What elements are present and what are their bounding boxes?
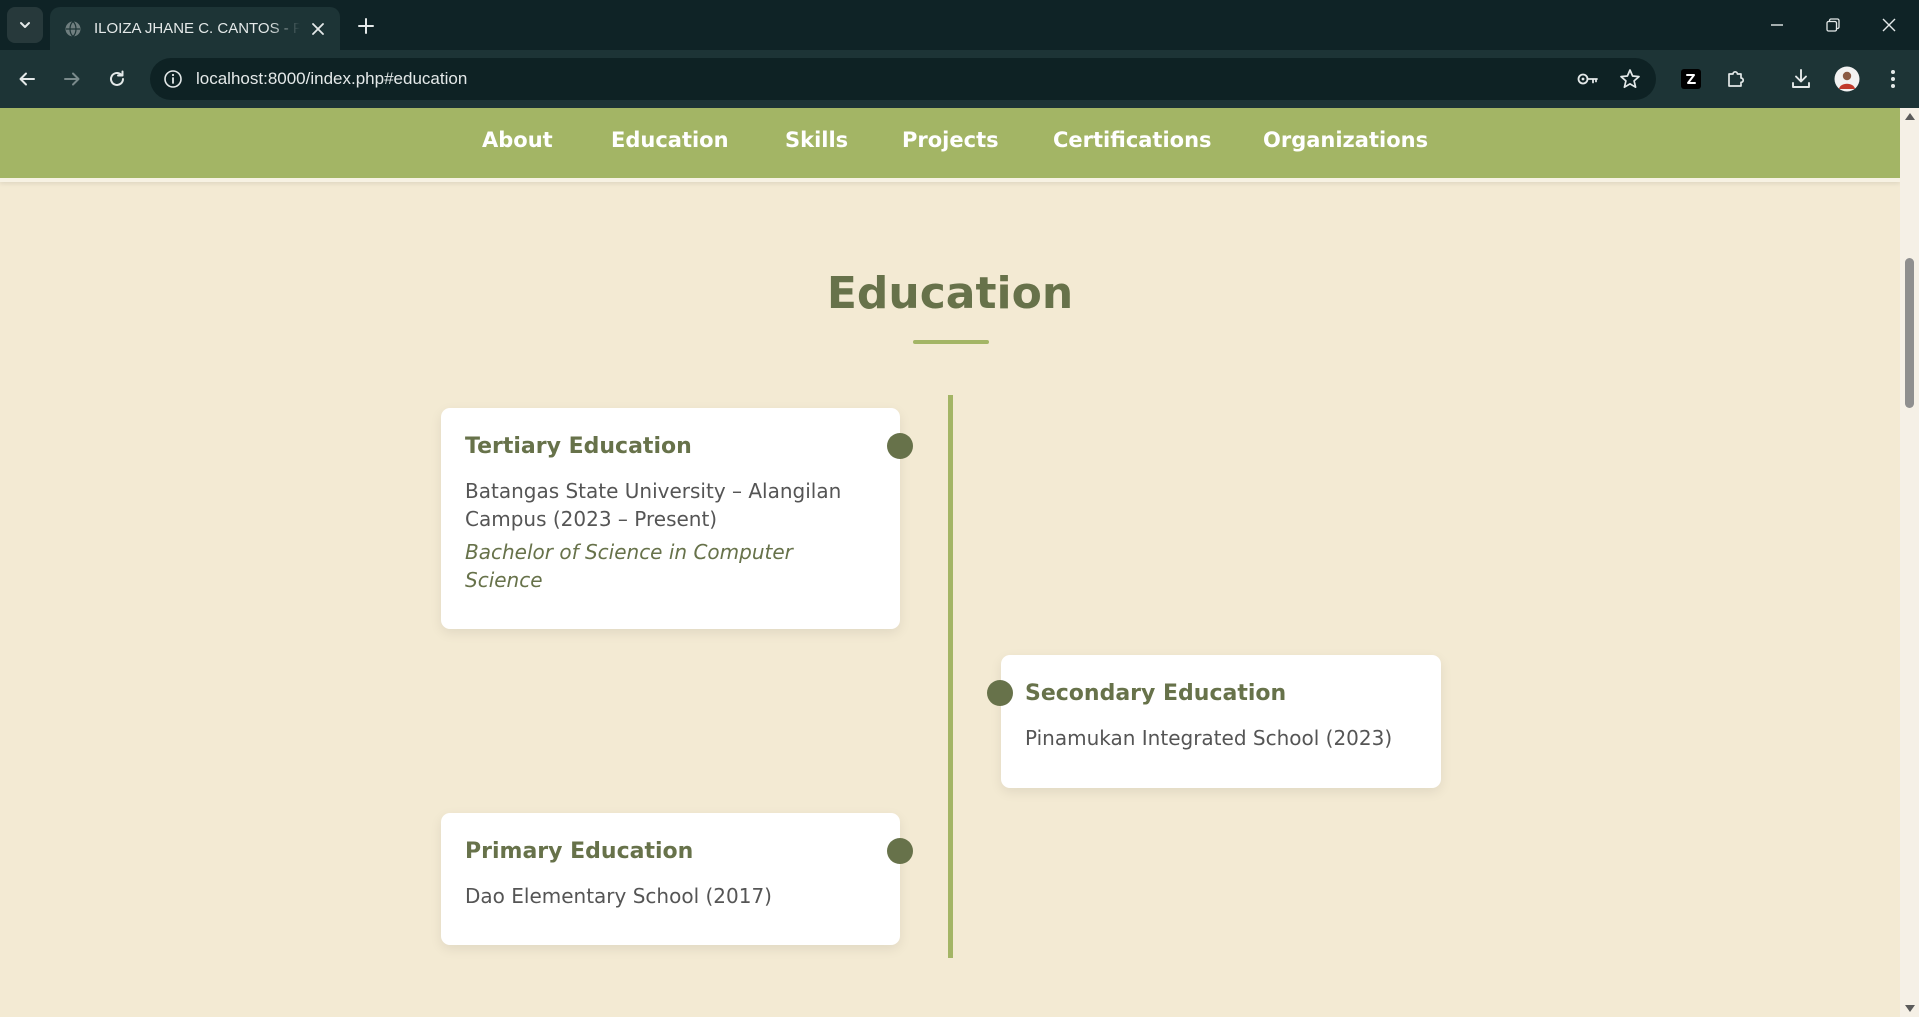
- page-scrollbar[interactable]: [1900, 108, 1919, 1017]
- card-heading: Tertiary Education: [465, 434, 692, 459]
- site-info-icon[interactable]: [160, 66, 186, 92]
- scroll-up-arrow[interactable]: [1905, 113, 1915, 120]
- timeline-dot: [887, 433, 913, 459]
- education-card-tertiary: Tertiary Education Batangas State Univer…: [441, 408, 900, 629]
- scrollbar-thumb[interactable]: [1905, 258, 1914, 408]
- globe-icon: [65, 20, 81, 37]
- url-text: localhost:8000/index.php#education: [196, 69, 468, 88]
- nav-about[interactable]: About: [482, 128, 553, 152]
- card-degree: Bachelor of Science in Computer Science: [465, 540, 793, 592]
- title-underline: [913, 340, 989, 344]
- timeline-dot: [987, 680, 1013, 706]
- close-window-button[interactable]: [1861, 0, 1917, 50]
- close-icon: [1882, 18, 1896, 32]
- restore-button[interactable]: [1805, 0, 1861, 50]
- plus-icon: [358, 18, 374, 34]
- password-key-icon[interactable]: [1574, 65, 1602, 93]
- download-icon[interactable]: [1784, 62, 1818, 96]
- new-tab-button[interactable]: [352, 12, 380, 40]
- nav-projects[interactable]: Projects: [902, 128, 999, 152]
- nav-organizations[interactable]: Organizations: [1263, 128, 1428, 152]
- browser-tab-active[interactable]: ILOIZA JHANE C. CANTOS - Portfolio: [50, 7, 340, 50]
- nav-education[interactable]: Education: [611, 128, 729, 152]
- card-heading: Secondary Education: [1025, 681, 1287, 706]
- education-card-primary: Primary Education Dao Elementary School …: [441, 813, 900, 945]
- restore-icon: [1826, 18, 1840, 32]
- back-button[interactable]: [10, 62, 44, 96]
- arrow-right-icon: [64, 72, 80, 86]
- close-tab-icon[interactable]: [308, 19, 328, 39]
- forward-button[interactable]: [55, 62, 89, 96]
- site-navbar: About Education Skills Projects Certific…: [0, 108, 1900, 182]
- tab-title: ILOIZA JHANE C. CANTOS - Portfolio: [94, 20, 300, 37]
- nav-skills[interactable]: Skills: [785, 128, 848, 152]
- address-bar[interactable]: localhost:8000/index.php#education: [150, 58, 1656, 100]
- puzzle-extensions-icon[interactable]: [1719, 62, 1753, 96]
- reload-icon: [110, 70, 124, 86]
- scroll-down-arrow[interactable]: [1905, 1005, 1915, 1012]
- reload-button[interactable]: [100, 62, 134, 96]
- section-title: Education: [826, 268, 1074, 319]
- nav-certifications[interactable]: Certifications: [1053, 128, 1212, 152]
- page-viewport: About Education Skills Projects Certific…: [0, 108, 1900, 1017]
- education-card-secondary: Secondary Education Pinamukan Integrated…: [1001, 655, 1441, 788]
- browser-toolbar: localhost:8000/index.php#education: [0, 50, 1919, 140]
- card-heading: Primary Education: [465, 839, 694, 864]
- timeline-line: [948, 395, 953, 958]
- minimize-icon: [1771, 24, 1783, 26]
- menu-kebab-icon[interactable]: [1876, 62, 1910, 96]
- browser-tab-strip: ILOIZA JHANE C. CANTOS - Portfolio: [0, 0, 1919, 50]
- tab-search-button[interactable]: [7, 7, 43, 43]
- timeline-dot: [887, 838, 913, 864]
- card-school: Pinamukan Integrated School (2023): [1025, 726, 1393, 750]
- extension-icon[interactable]: [1674, 62, 1708, 96]
- chevron-down-icon: [20, 22, 30, 28]
- profile-avatar[interactable]: [1830, 62, 1864, 96]
- card-school: Dao Elementary School (2017): [465, 884, 772, 908]
- bookmark-star-icon[interactable]: [1616, 65, 1644, 93]
- arrow-left-icon: [19, 72, 35, 86]
- minimize-button[interactable]: [1749, 0, 1805, 50]
- card-school: Batangas State University – Alangilan Ca…: [465, 479, 842, 531]
